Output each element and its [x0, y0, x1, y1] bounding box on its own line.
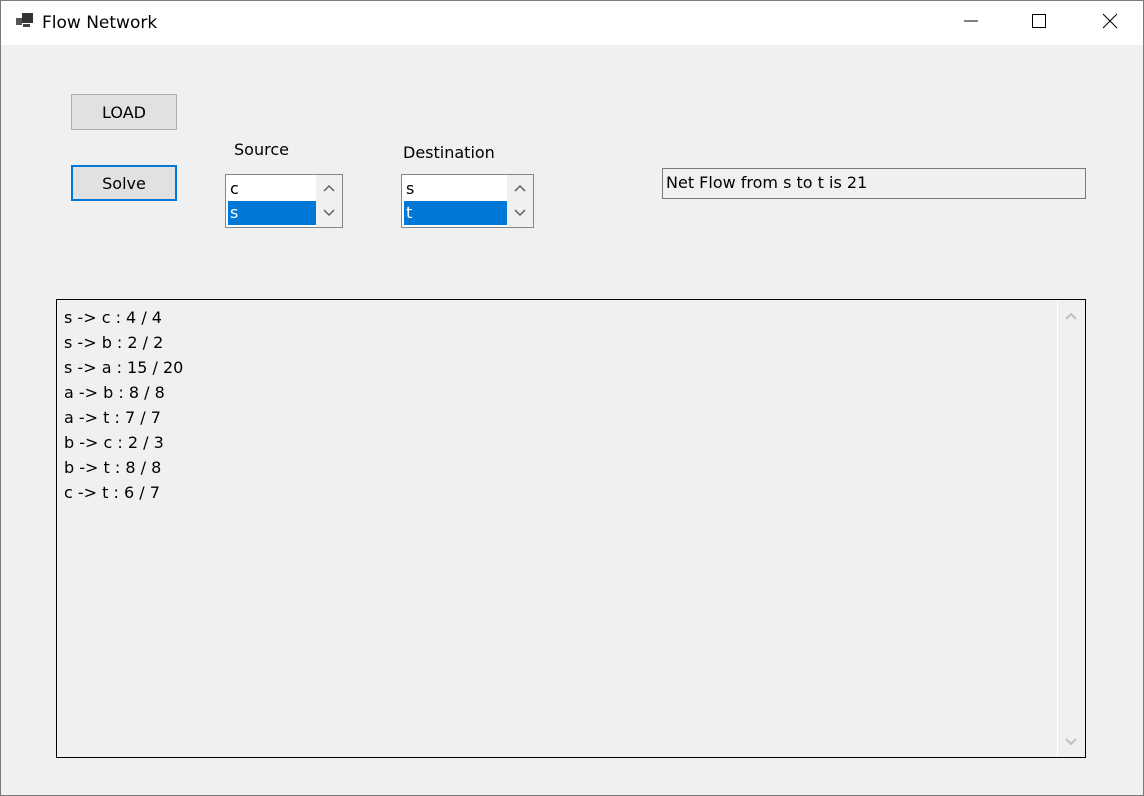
- destination-label: Destination: [403, 143, 495, 162]
- close-button[interactable]: [1087, 1, 1133, 45]
- flow-output-textarea[interactable]: s -> c : 4 / 4 s -> b : 2 / 2 s -> a : 1…: [56, 299, 1086, 758]
- source-scrollbar[interactable]: [316, 175, 342, 227]
- minimize-button[interactable]: [948, 1, 994, 45]
- flow-edge-line: a -> t : 7 / 7: [64, 408, 161, 427]
- flow-edge-line: a -> b : 8 / 8: [64, 383, 165, 402]
- close-icon: [1102, 13, 1118, 33]
- flow-edge-line: b -> t : 8 / 8: [64, 458, 162, 477]
- scroll-down-icon[interactable]: [1064, 736, 1078, 748]
- maximize-icon: [1031, 13, 1047, 33]
- output-vertical-scrollbar[interactable]: [1057, 300, 1085, 757]
- solve-button[interactable]: Solve: [71, 165, 177, 201]
- scroll-up-icon[interactable]: [1064, 310, 1078, 322]
- flow-edge-line: s -> b : 2 / 2: [64, 333, 164, 352]
- source-listbox[interactable]: c s: [225, 174, 343, 228]
- window-title: Flow Network: [42, 13, 158, 33]
- destination-item-t[interactable]: t: [404, 201, 507, 225]
- flow-edge-line: s -> a : 15 / 20: [64, 358, 184, 377]
- chevron-up-icon[interactable]: [513, 181, 527, 195]
- source-item-s[interactable]: s: [228, 201, 316, 225]
- flow-edge-line: s -> c : 4 / 4: [64, 308, 162, 327]
- destination-item-s[interactable]: s: [404, 177, 507, 201]
- flow-edge-line: b -> c : 2 / 3: [64, 433, 164, 452]
- destination-scrollbar[interactable]: [507, 175, 533, 227]
- minimize-icon: [963, 13, 979, 33]
- load-button[interactable]: LOAD: [71, 94, 177, 130]
- flow-output-lines: s -> c : 4 / 4 s -> b : 2 / 2 s -> a : 1…: [64, 305, 183, 505]
- title-bar: Flow Network: [1, 1, 1143, 45]
- destination-listbox[interactable]: s t: [401, 174, 534, 228]
- source-item-c[interactable]: c: [228, 177, 316, 201]
- chevron-up-icon[interactable]: [322, 181, 336, 195]
- chevron-down-icon[interactable]: [322, 206, 336, 220]
- source-label: Source: [234, 140, 289, 159]
- chevron-down-icon[interactable]: [513, 206, 527, 220]
- maximize-button[interactable]: [1016, 1, 1062, 45]
- app-window: Flow Network LOAD Solve Source c s Desti…: [0, 0, 1144, 796]
- flow-edge-line: c -> t : 6 / 7: [64, 483, 160, 502]
- app-window-icon: [15, 13, 35, 31]
- net-flow-result[interactable]: Net Flow from s to t is 21: [662, 168, 1086, 199]
